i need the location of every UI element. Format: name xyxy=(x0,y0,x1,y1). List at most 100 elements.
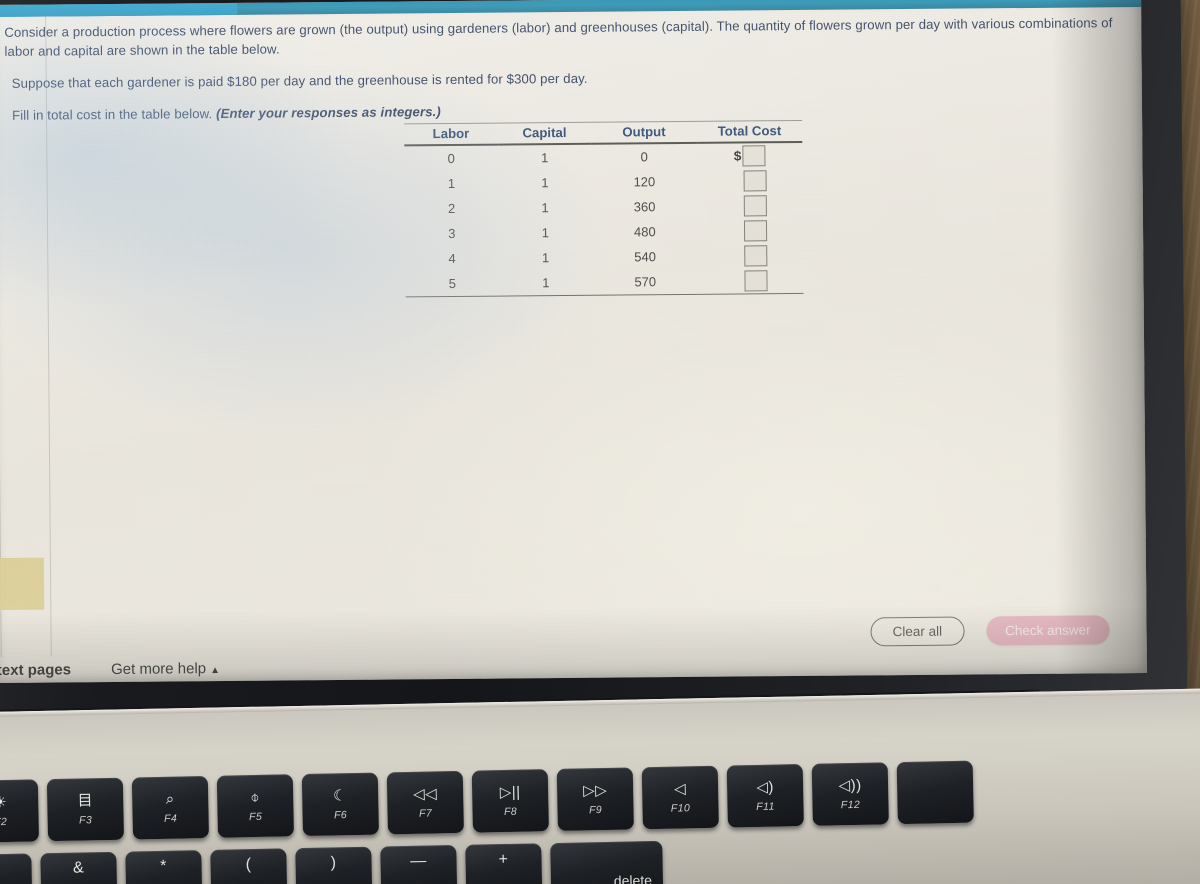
total-cost-input[interactable] xyxy=(744,270,768,292)
production-table: Labor Capital Output Total Cost 0 1 0 $1 1 12… xyxy=(404,120,804,298)
key-fn-label: F12 xyxy=(840,798,861,811)
key-fn-label: F4 xyxy=(163,812,178,825)
laptop-screen: Consider a production process where flow… xyxy=(0,0,1147,684)
cell-capital: 1 xyxy=(541,200,549,216)
prompt-paragraph-2: Suppose that each gardener is paid $180 … xyxy=(11,70,588,91)
total-cost-input[interactable] xyxy=(743,220,767,242)
key-asterisk-key[interactable]: * xyxy=(125,850,203,884)
spotlight-search-icon: ⌕ xyxy=(165,790,175,808)
cell-capital: 1 xyxy=(541,225,550,241)
key-brightness-up-icon[interactable]: ☀ F2 xyxy=(0,779,40,843)
key-open-paren-key[interactable]: ( xyxy=(210,848,288,884)
cell-output: 0 xyxy=(640,149,648,165)
do-not-disturb-icon: ☾ xyxy=(333,786,348,804)
fast-forward-icon: ▷▷ xyxy=(582,781,608,799)
mission-control-icon: 目 xyxy=(77,791,94,810)
key-delete-key[interactable]: delete xyxy=(550,840,664,884)
prompt-paragraph-3-emphasis: (Enter your responses as integers.) xyxy=(215,104,441,122)
cell-output: 540 xyxy=(634,249,656,265)
key-fn-label: F2 xyxy=(0,815,8,828)
key-ampersand-key[interactable]: & xyxy=(40,851,118,884)
volume-down-icon: ◁) xyxy=(756,778,775,796)
key-glyph: ) xyxy=(330,854,337,872)
laptop-keyboard: ☀☀F2目F3⌕F4⌽F5☾F6◁◁F7▷||F8▷▷F9◁F10◁)F11◁)… xyxy=(0,742,1200,884)
prompt-paragraph-3: Fill in total cost in the table below. (… xyxy=(12,96,1145,125)
table-row: 3 1 480 xyxy=(405,218,803,246)
key-mission-control-icon[interactable]: 目 F3 xyxy=(46,777,125,842)
cell-total-cost xyxy=(698,268,804,294)
get-more-help-label: Get more help xyxy=(110,660,207,678)
cell-labor: 3 xyxy=(448,225,456,242)
key-dictation-mic-icon[interactable]: ⌽ F5 xyxy=(216,774,295,838)
cell-output: 570 xyxy=(634,274,657,290)
production-table-wrapper: Labor Capital Output Total Cost 0 1 0 $1 1 12… xyxy=(404,120,804,298)
key-caret-key[interactable]: ^ xyxy=(0,853,33,884)
etext-pages-link[interactable]: Etext pages xyxy=(0,661,71,679)
key-glyph: + xyxy=(498,850,509,869)
cell-output: 360 xyxy=(633,199,656,215)
key-volume-up-icon[interactable]: ◁)) F12 xyxy=(811,762,889,826)
table-row: 0 1 0 $ xyxy=(404,143,802,171)
check-answer-button[interactable]: Check answer xyxy=(985,615,1110,646)
cell-output: 120 xyxy=(633,174,656,190)
clear-all-button[interactable]: Clear all xyxy=(870,616,965,647)
key-glyph: * xyxy=(160,857,168,875)
assignment-page: Consider a production process where flow… xyxy=(0,7,1147,683)
key-fn-label: F8 xyxy=(503,805,518,818)
table-row: 2 1 360 xyxy=(405,193,803,221)
cell-labor: 2 xyxy=(447,200,456,217)
dictation-mic-icon: ⌽ xyxy=(250,788,261,806)
key-fn-label: F3 xyxy=(78,813,93,827)
column-header-labor: Labor xyxy=(404,123,498,146)
cell-capital: 1 xyxy=(541,150,549,166)
key-fn-label: F9 xyxy=(588,803,603,816)
key-play-pause-icon[interactable]: ▷|| F8 xyxy=(471,769,549,833)
key-close-paren-key[interactable]: ) xyxy=(295,846,373,884)
play-pause-icon: ▷|| xyxy=(499,783,521,801)
total-cost-input[interactable] xyxy=(742,145,766,167)
cell-capital: 1 xyxy=(541,175,549,191)
key-volume-down-icon[interactable]: ◁) F11 xyxy=(726,764,804,828)
cell-total-cost: $ xyxy=(697,143,803,169)
key-minus-key[interactable]: — xyxy=(380,844,458,884)
column-header-output: Output xyxy=(591,121,697,144)
table-row: 1 1 120 xyxy=(405,168,803,196)
key-fn-label: F6 xyxy=(333,808,348,821)
prompt-paragraph-1: Consider a production process where flow… xyxy=(4,15,1113,59)
cell-labor: 0 xyxy=(447,150,455,167)
key-plus-key[interactable]: + xyxy=(465,843,543,884)
table-row: 4 1 540 xyxy=(405,243,803,271)
table-row: 5 1 570 xyxy=(405,268,803,297)
cell-total-cost xyxy=(697,193,803,219)
bottom-toolbar: Etext pages Get more help ▲ xyxy=(0,660,220,679)
key-power-key-icon[interactable] xyxy=(896,760,974,825)
key-fast-forward-icon[interactable]: ▷▷ F9 xyxy=(556,767,634,831)
cell-labor: 1 xyxy=(447,175,456,192)
key-spotlight-search-icon[interactable]: ⌕ F4 xyxy=(131,775,210,840)
cell-capital: 1 xyxy=(541,250,550,266)
total-cost-input[interactable] xyxy=(743,195,767,217)
production-table-body: 0 1 0 $1 1 120 2 1 360 3 1 480 4 1 540 5 1 570 xyxy=(404,143,803,297)
rewind-icon: ◁◁ xyxy=(412,784,438,803)
key-mute-icon[interactable]: ◁ F10 xyxy=(641,765,719,830)
key-rewind-icon[interactable]: ◁◁ F7 xyxy=(386,770,464,835)
cell-capital: 1 xyxy=(542,275,550,291)
prompt-paragraph-3-lead: Fill in total cost in the table below. xyxy=(11,106,217,123)
total-cost-input[interactable] xyxy=(743,170,767,192)
key-glyph: — xyxy=(410,852,427,870)
brightness-up-icon: ☀ xyxy=(0,793,8,811)
cell-total-cost xyxy=(698,243,804,269)
chevron-up-icon: ▲ xyxy=(210,665,221,677)
key-fn-label: F7 xyxy=(418,806,433,820)
key-glyph: delete xyxy=(613,872,653,884)
key-do-not-disturb-icon[interactable]: ☾ F6 xyxy=(301,772,379,837)
cell-labor: 4 xyxy=(448,250,456,267)
mute-icon: ◁ xyxy=(673,779,687,798)
problem-statement: Consider a production process where flow… xyxy=(4,13,1145,138)
key-glyph: & xyxy=(72,859,85,877)
get-more-help-link[interactable]: Get more help ▲ xyxy=(111,660,220,678)
key-glyph: ( xyxy=(245,856,252,874)
total-cost-input[interactable] xyxy=(743,245,768,267)
dollar-sign-prefix: $ xyxy=(733,148,742,164)
key-fn-label: F10 xyxy=(670,801,691,815)
